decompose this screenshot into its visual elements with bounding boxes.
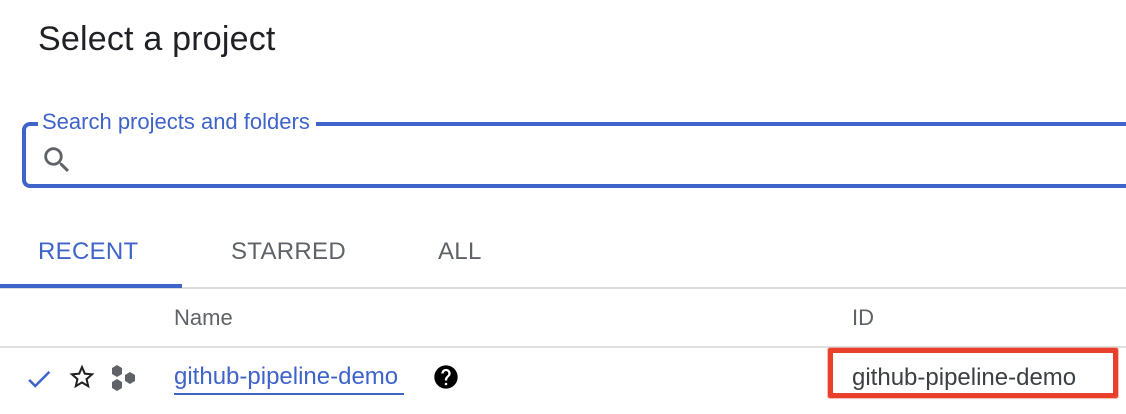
check-icon xyxy=(28,370,51,388)
table-row[interactable]: github-pipeline-demo github-pipeline-dem… xyxy=(0,348,1126,414)
help-circle-icon[interactable] xyxy=(432,363,460,391)
column-header-id: ID xyxy=(852,305,874,330)
search-input[interactable] xyxy=(84,138,1084,178)
active-tab-indicator xyxy=(0,284,182,288)
column-header-name[interactable]: Name xyxy=(174,303,233,333)
dialog-title: Select a project xyxy=(38,20,276,58)
project-name-link[interactable]: github-pipeline-demo xyxy=(174,362,405,395)
select-project-dialog: Select a project Search projects and fol… xyxy=(0,0,1126,414)
tab-all[interactable]: ALL xyxy=(438,234,482,274)
tab-starred[interactable]: STARRED xyxy=(231,234,346,274)
project-hexagons-icon xyxy=(112,365,135,391)
search-icon xyxy=(44,147,70,173)
star-outline-icon[interactable] xyxy=(67,362,97,392)
search-label: Search projects and folders xyxy=(38,108,316,136)
project-id: github-pipeline-demo xyxy=(852,364,1077,391)
tab-recent[interactable]: RECENT xyxy=(38,234,138,274)
